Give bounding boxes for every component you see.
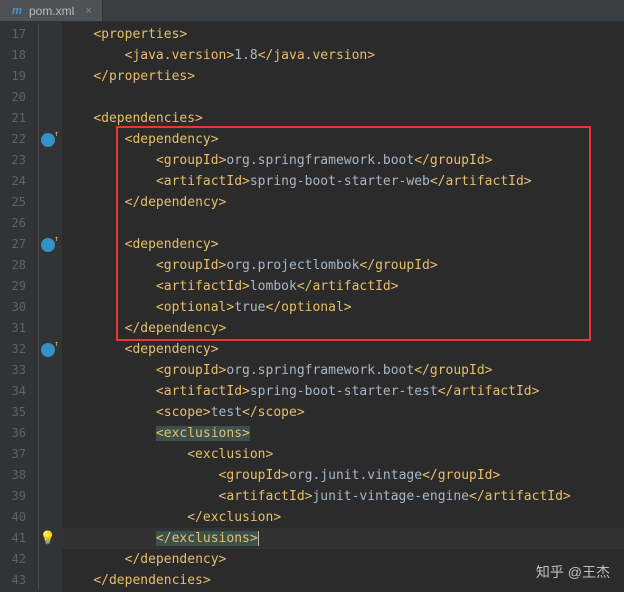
code-line: <artifactId>lombok</artifactId> xyxy=(62,276,624,297)
code-line: <exclusion> xyxy=(62,444,624,465)
maven-file-icon: m xyxy=(10,4,24,18)
line-number[interactable]: 27 xyxy=(0,234,34,255)
line-number[interactable]: 30 xyxy=(0,297,34,318)
line-number[interactable]: 39 xyxy=(0,486,34,507)
code-line: </exclusions> xyxy=(62,528,624,549)
line-number[interactable]: 32 xyxy=(0,339,34,360)
editor: 17 18 19 20 21 22 23 24 25 26 27 28 29 3… xyxy=(0,22,624,592)
code-line: </dependency> xyxy=(62,192,624,213)
code-line: <dependency> xyxy=(62,234,624,255)
code-line: </properties> xyxy=(62,66,624,87)
code-line: <properties> xyxy=(62,24,624,45)
line-number[interactable]: 41 xyxy=(0,528,34,549)
watermark-text: 知乎 @王杰 xyxy=(536,562,610,582)
line-number[interactable]: 38 xyxy=(0,465,34,486)
code-line: </dependency> xyxy=(62,318,624,339)
gutter-marker-icon[interactable] xyxy=(34,129,62,150)
line-number[interactable]: 24 xyxy=(0,171,34,192)
code-line xyxy=(62,213,624,234)
line-number[interactable]: 23 xyxy=(0,150,34,171)
line-number-gutter: 17 18 19 20 21 22 23 24 25 26 27 28 29 3… xyxy=(0,22,34,592)
file-tab-pom[interactable]: m pom.xml × xyxy=(0,0,103,21)
code-line: <dependency> xyxy=(62,129,624,150)
tab-bar: m pom.xml × xyxy=(0,0,624,22)
code-line: <dependencies> xyxy=(62,108,624,129)
code-line: <artifactId>spring-boot-starter-web</art… xyxy=(62,171,624,192)
line-number[interactable]: 17 xyxy=(0,24,34,45)
line-number[interactable]: 28 xyxy=(0,255,34,276)
line-number[interactable]: 42 xyxy=(0,549,34,570)
code-line: <dependency> xyxy=(62,339,624,360)
line-number[interactable]: 34 xyxy=(0,381,34,402)
close-icon[interactable]: × xyxy=(85,5,91,17)
line-number[interactable]: 19 xyxy=(0,66,34,87)
tab-filename: pom.xml xyxy=(29,4,74,18)
code-line: <exclusions> xyxy=(62,423,624,444)
code-line: <scope>test</scope> xyxy=(62,402,624,423)
line-number[interactable]: 35 xyxy=(0,402,34,423)
code-line: <groupId>org.projectlombok</groupId> xyxy=(62,255,624,276)
watermark: 知乎 @王杰 xyxy=(530,562,610,582)
code-line xyxy=(62,87,624,108)
line-number[interactable]: 18 xyxy=(0,45,34,66)
code-line: <optional>true</optional> xyxy=(62,297,624,318)
bulb-icon[interactable]: 💡 xyxy=(34,528,62,549)
code-line: <groupId>org.junit.vintage</groupId> xyxy=(62,465,624,486)
code-line: <groupId>org.springframework.boot</group… xyxy=(62,360,624,381)
line-number[interactable]: 22 xyxy=(0,129,34,150)
gutter-marker-icon[interactable] xyxy=(34,339,62,360)
line-number[interactable]: 20 xyxy=(0,87,34,108)
code-area[interactable]: <properties> <java.version>1.8</java.ver… xyxy=(62,22,624,592)
code-line: <groupId>org.springframework.boot</group… xyxy=(62,150,624,171)
line-number[interactable]: 31 xyxy=(0,318,34,339)
code-line: <artifactId>spring-boot-starter-test</ar… xyxy=(62,381,624,402)
line-number[interactable]: 21 xyxy=(0,108,34,129)
line-number[interactable]: 26 xyxy=(0,213,34,234)
code-line: <artifactId>junit-vintage-engine</artifa… xyxy=(62,486,624,507)
code-line: <java.version>1.8</java.version> xyxy=(62,45,624,66)
line-number[interactable]: 43 xyxy=(0,570,34,591)
gutter-icons: 💡 xyxy=(34,22,62,592)
line-number[interactable]: 36 xyxy=(0,423,34,444)
line-number[interactable]: 37 xyxy=(0,444,34,465)
line-number[interactable]: 25 xyxy=(0,192,34,213)
line-number[interactable]: 33 xyxy=(0,360,34,381)
code-line: </exclusion> xyxy=(62,507,624,528)
line-number[interactable]: 29 xyxy=(0,276,34,297)
line-number[interactable]: 40 xyxy=(0,507,34,528)
gutter-marker-icon[interactable] xyxy=(34,234,62,255)
